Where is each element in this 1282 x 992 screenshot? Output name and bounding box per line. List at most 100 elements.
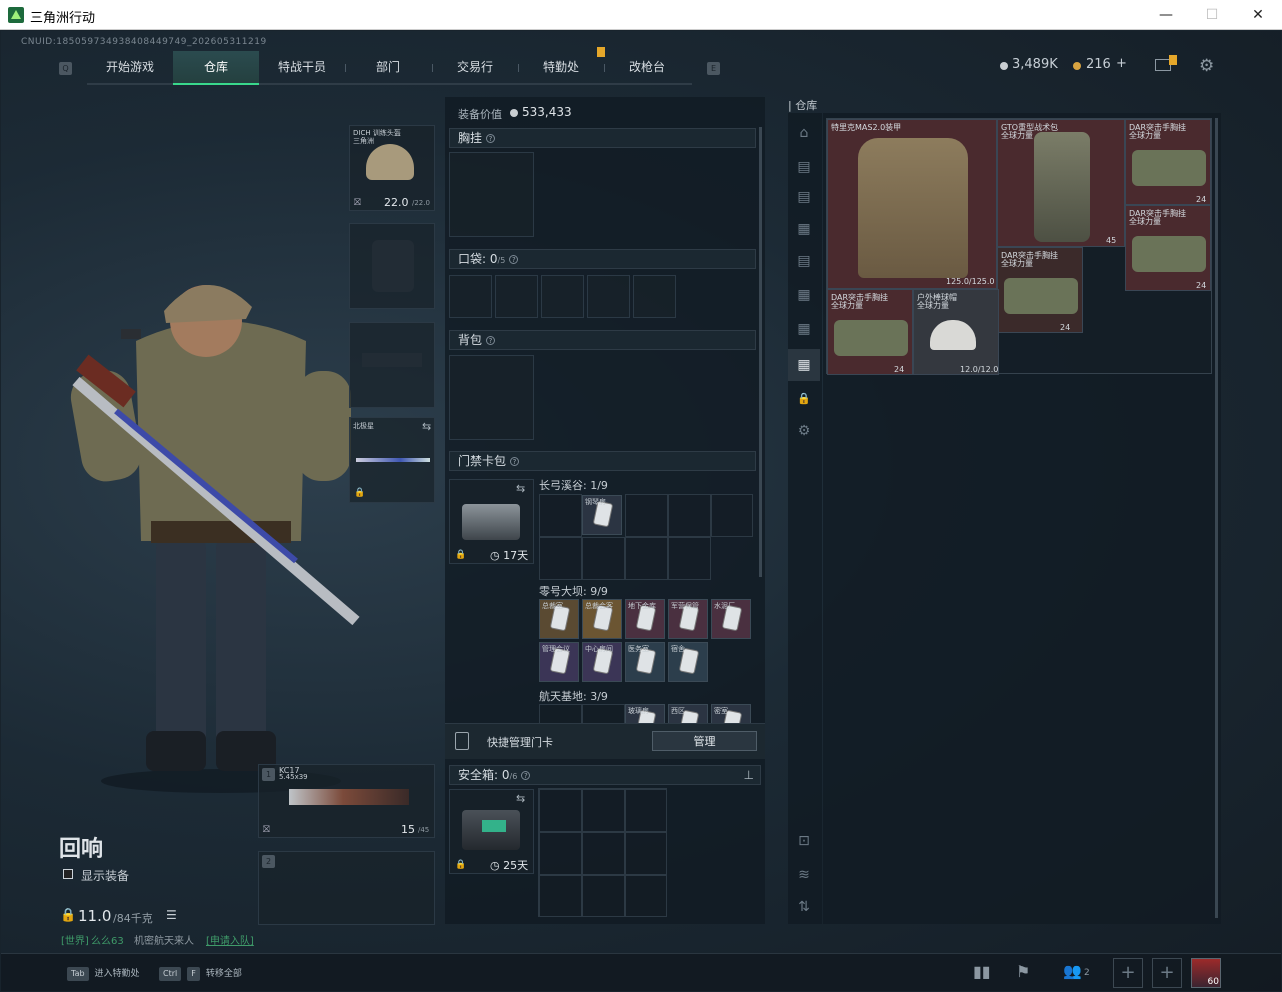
storage-item-rig[interactable]: DAR突击手胸挂 全球力量 24: [1125, 205, 1211, 291]
transfer-all-hint[interactable]: Ctrl F 转移全部: [159, 966, 242, 981]
chest-rig-slot[interactable]: [449, 152, 534, 237]
keycard-item[interactable]: 宿舍: [668, 642, 708, 682]
safe-lock-icon: 🔒: [455, 860, 467, 870]
warehouse-grid-panel: 特里克MAS2.0装甲 125.0/125.0 GTO重型战术包 全球力量 45…: [823, 113, 1221, 924]
storage-tab-icon[interactable]: ⌂: [788, 117, 820, 149]
storage-item-armor[interactable]: 特里克MAS2.0装甲 125.0/125.0: [827, 119, 997, 289]
keycard-item[interactable]: 钢琴房: [582, 495, 622, 535]
warehouse-grid: 特里克MAS2.0装甲 125.0/125.0 GTO重型战术包 全球力量 45…: [826, 118, 1212, 375]
pin-icon[interactable]: ⊥: [744, 766, 754, 785]
swap-icon[interactable]: ⇆: [422, 420, 431, 433]
keycard-swap-icon[interactable]: ⇆: [516, 482, 525, 495]
maximize-button[interactable]: ☐: [1189, 0, 1235, 30]
flag-icon[interactable]: ⚑: [1016, 962, 1030, 981]
keycard-item[interactable]: 管理会议: [539, 642, 579, 682]
safe-box-slot[interactable]: ⇆ 🔒 ◷ 25天: [449, 789, 534, 874]
primary-weapon-slot[interactable]: 1 KC17 5.45x39 ⛝ 15 /45: [258, 764, 435, 838]
keycard-bag-image: [462, 504, 520, 540]
storage-sort-icon[interactable]: ⊡: [788, 825, 820, 857]
keycard-item[interactable]: 地下金库: [625, 599, 665, 639]
pocket-slot-2[interactable]: [495, 275, 538, 318]
storage-item-rig[interactable]: DAR突击手胸挂 全球力量 24: [1125, 119, 1211, 205]
storage-tab-icon[interactable]: ▤: [788, 245, 820, 277]
storage-layers-icon[interactable]: ≋: [788, 859, 820, 891]
keycard-item[interactable]: 总裁会客: [582, 599, 622, 639]
squad-count: 2: [1084, 968, 1090, 978]
add-currency-button[interactable]: +: [1116, 56, 1127, 71]
tab-trading[interactable]: 交易行: [432, 51, 518, 85]
pocket-slot-5[interactable]: [633, 275, 676, 318]
pocket-slot-1[interactable]: [449, 275, 492, 318]
storage-lock-icon[interactable]: 🔒: [788, 383, 820, 415]
storage-tab-icon[interactable]: ▦: [788, 213, 820, 245]
storage-item-backpack[interactable]: GTO重型战术包 全球力量 45: [997, 119, 1125, 247]
backpack-slot[interactable]: [449, 355, 534, 440]
add-teammate-button[interactable]: +: [1152, 958, 1182, 988]
storage-transfer-icon[interactable]: ⇅: [788, 891, 820, 923]
safe-box-grid[interactable]: [538, 788, 667, 917]
storage-tab-icon[interactable]: ▦: [788, 279, 820, 311]
safe-box-header: 安全箱: 0/6? ⊥: [449, 765, 761, 785]
squad-icon[interactable]: 👥: [1063, 962, 1082, 980]
keycard-item[interactable]: 军营保管: [668, 599, 708, 639]
safe-days: ◷ 25天: [490, 859, 529, 872]
pocket-slot-3[interactable]: [541, 275, 584, 318]
safe-swap-icon[interactable]: ⇆: [516, 792, 525, 805]
helmet-durability-max: /22.0: [412, 199, 430, 207]
minimize-button[interactable]: —: [1143, 0, 1189, 30]
value-coin-icon: [510, 109, 518, 117]
tab-department[interactable]: 部门: [345, 51, 431, 85]
add-teammate-button[interactable]: +: [1113, 958, 1143, 988]
keycard-item[interactable]: 密室: [711, 704, 751, 724]
manage-keycards-button[interactable]: 管理: [652, 731, 757, 751]
storage-item-rig[interactable]: DAR突击手胸挂 全球力量 24: [997, 247, 1083, 333]
chat-message: 机密航天来人: [134, 936, 194, 947]
settings-gear-icon[interactable]: ⚙: [1199, 56, 1214, 76]
stats-icon[interactable]: ▮▮: [973, 962, 991, 981]
keycard-item[interactable]: 玻璃房: [625, 704, 665, 724]
weight-list-icon[interactable]: ☰: [166, 908, 177, 922]
keycard-item[interactable]: 医务室: [625, 642, 665, 682]
storage-tab-icon[interactable]: ▤: [788, 181, 820, 213]
melee-lock-icon: 🔒: [354, 488, 366, 498]
armor-slot[interactable]: [349, 223, 435, 309]
pocket-slot-4[interactable]: [587, 275, 630, 318]
secondary-weapon-slot[interactable]: 2: [258, 851, 435, 925]
keycard-bag-slot[interactable]: ⇆ 🔒 ◷ 17天: [449, 479, 534, 564]
chat-join-link[interactable]: [申请入队]: [206, 932, 254, 947]
storage-tab-icon[interactable]: ▤: [788, 151, 820, 183]
nav-prev-key-icon[interactable]: Q: [59, 62, 72, 75]
operator-model: [70, 284, 360, 793]
keycard-item[interactable]: 中心房间: [582, 642, 622, 682]
storage-tab-icon[interactable]: ▦: [788, 313, 820, 345]
player-avatar[interactable]: 60: [1191, 958, 1221, 988]
carry-weight-max: /84千克: [113, 912, 153, 925]
storage-settings-icon[interactable]: ⚙: [788, 415, 820, 447]
zone2-card-grid: 总裁室 总裁会客 地下金库 军营保管 水泥厂 管理会议 中心房间 医务室 宿舍: [539, 599, 753, 685]
storage-item-rig[interactable]: DAR突击手胸挂 全球力量 24: [827, 289, 913, 375]
close-button[interactable]: ✕: [1235, 0, 1281, 30]
melee-slot[interactable]: 北极星 ⇆ 🔒: [349, 417, 435, 503]
pistol-slot[interactable]: [349, 322, 435, 408]
primary-ammo: 15: [401, 823, 415, 836]
nav-next-key-icon[interactable]: E: [707, 62, 720, 75]
warehouse-scrollbar[interactable]: [1215, 118, 1218, 918]
keycard-item[interactable]: 西区: [668, 704, 708, 724]
silver-coin-icon: [1000, 62, 1008, 70]
show-gear-checkbox[interactable]: [63, 869, 73, 879]
storage-item-cap[interactable]: 户外棒球帽 全球力量 12.0/12.0: [913, 289, 999, 375]
tab-start-game[interactable]: 开始游戏: [87, 51, 173, 85]
tab-operators[interactable]: 特战干员: [259, 51, 345, 85]
keycard-item[interactable]: 水泥厂: [711, 599, 751, 639]
tab-warehouse[interactable]: 仓库: [173, 51, 259, 85]
tab-special-ops[interactable]: 特勤处: [518, 51, 604, 85]
tab-gunsmith[interactable]: 改枪台: [604, 51, 690, 85]
chat-user[interactable]: 么么63: [91, 932, 124, 947]
helmet-slot[interactable]: DICH 训练头盔 三角洲 ⛝ 22.0 /22.0: [349, 125, 435, 211]
storage-tab-active-icon[interactable]: ▦: [788, 349, 820, 381]
loadout-scrollbar[interactable]: [759, 127, 762, 577]
keycard-item[interactable]: 总裁室: [539, 599, 579, 639]
enter-special-ops-hint[interactable]: Tab 进入特勤处: [67, 966, 140, 981]
quick-manage-label: 快捷管理门卡: [487, 736, 553, 749]
zone3-card-grid: 玻璃房 西区 密室: [539, 704, 753, 724]
